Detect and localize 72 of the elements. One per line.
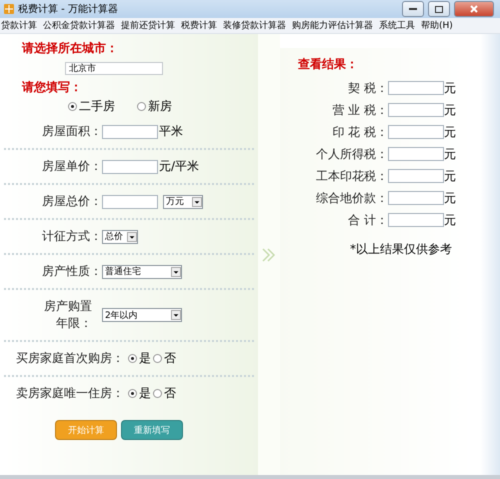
radio-button[interactable]	[68, 102, 77, 111]
radio-button[interactable]	[137, 102, 146, 111]
field-label: 房屋单价：	[41, 158, 102, 175]
app-icon	[4, 4, 14, 14]
menu-item[interactable]: 帮助(H)	[421, 19, 453, 32]
option-label: 否	[164, 350, 176, 367]
maximize-icon	[435, 6, 443, 12]
maximize-button[interactable]	[428, 1, 450, 17]
close-icon	[470, 5, 478, 13]
result-label: 综合地价款：	[315, 190, 388, 206]
menu-item[interactable]: 公积金贷款计算器	[43, 19, 115, 32]
unit-label: 元	[444, 146, 456, 162]
chevron-icon	[262, 248, 276, 262]
window-title: 税费计算 - 万能计算器	[18, 2, 119, 16]
result-field[interactable]	[388, 103, 444, 117]
result-field[interactable]	[388, 147, 444, 161]
field-label: 买房家庭首次购房：	[15, 350, 124, 367]
unit-label: 元/平米	[159, 158, 200, 175]
close-button[interactable]	[454, 1, 494, 17]
result-label: 契 税：	[347, 80, 388, 96]
dropdown[interactable]: 2年以内	[102, 308, 182, 322]
field-label: 房产性质：	[41, 263, 102, 280]
result-label: 工本印花税：	[315, 168, 388, 184]
city-field[interactable]: 北京市	[65, 62, 163, 75]
option-label: 否	[164, 385, 176, 402]
result-label: 合 计：	[347, 212, 388, 228]
section-heading: 请您填写：	[20, 79, 83, 96]
result-label: 印 花 税：	[331, 124, 388, 140]
dropdown[interactable]: 总价	[102, 230, 138, 244]
option-label: 新房	[148, 98, 172, 115]
unit-label: 元	[444, 190, 456, 206]
radio-button[interactable]	[128, 389, 137, 398]
section-heading: 请选择所在城市：	[20, 40, 119, 57]
option-label: 二手房	[79, 98, 115, 115]
dropdown[interactable]: 普通住宅	[102, 264, 182, 278]
radio-button[interactable]	[153, 354, 162, 363]
menu-item[interactable]: 系统工具	[379, 19, 415, 32]
disclaimer-note: *以上结果仅供参考	[350, 241, 452, 258]
unit-label: 元	[444, 212, 456, 228]
result-field[interactable]	[388, 169, 444, 183]
result-field[interactable]	[388, 191, 444, 205]
result-field[interactable]	[388, 81, 444, 95]
menu-item[interactable]: 税费计算	[181, 19, 217, 32]
minimize-button[interactable]	[402, 1, 424, 17]
field-label: 计征方式：	[41, 228, 102, 245]
unit-label: 元	[444, 168, 456, 184]
field-label: 卖房家庭唯一住房：	[15, 385, 124, 402]
unit-dropdown[interactable]: 万元	[163, 194, 203, 208]
menu-item[interactable]: 贷款计算	[1, 19, 37, 32]
menu-item[interactable]: 提前还贷计算	[121, 19, 175, 32]
field-label: 房屋总价：	[41, 193, 102, 210]
input-field[interactable]	[102, 194, 158, 208]
unit-label: 元	[444, 124, 456, 140]
option-label: 是	[139, 350, 151, 367]
result-field[interactable]	[388, 125, 444, 139]
unit-label: 元	[444, 80, 456, 96]
result-field[interactable]	[388, 213, 444, 227]
option-label: 是	[139, 385, 151, 402]
unit-label: 元	[444, 102, 456, 118]
input-field[interactable]	[102, 124, 158, 138]
result-label: 营 业 税：	[331, 102, 388, 118]
field-label: 房屋面积：	[41, 123, 102, 140]
result-label: 个人所得税：	[315, 146, 388, 162]
radio-button[interactable]	[153, 389, 162, 398]
minimize-icon	[409, 8, 417, 10]
menu-item[interactable]: 装修贷款计算器	[223, 19, 286, 32]
field-label: 房产购置年限：	[43, 298, 92, 332]
input-field[interactable]	[102, 160, 158, 174]
radio-button[interactable]	[128, 354, 137, 363]
menu-item[interactable]: 购房能力评估计算器	[292, 19, 373, 32]
unit-label: 平米	[159, 123, 183, 140]
section-heading: 查看结果：	[297, 56, 358, 73]
